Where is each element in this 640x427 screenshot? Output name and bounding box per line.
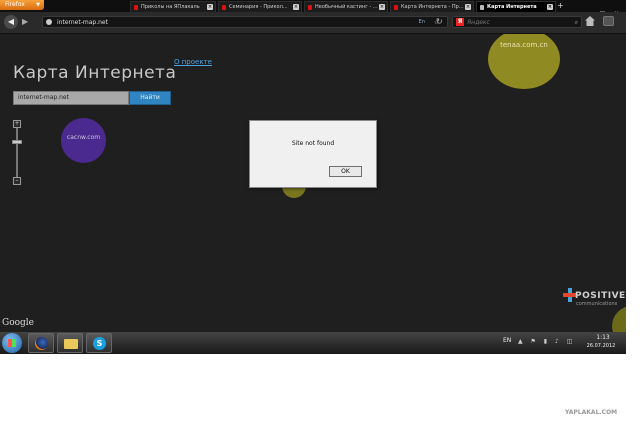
site-search-input[interactable]: internet-map.net xyxy=(13,91,129,105)
tab-yaplakal[interactable]: Приколы на ЯПлакаль × xyxy=(130,1,216,12)
map-node-tenaa[interactable]: tenaa.com.cn xyxy=(488,34,560,89)
tray-icons[interactable]: ▲ ⚑ ▮ ♪ ◫ xyxy=(518,338,575,345)
internet-map-favicon-icon xyxy=(480,5,484,10)
firefox-menu-button[interactable]: Firefox ▼ xyxy=(0,0,44,10)
address-url: internet-map.net xyxy=(57,19,108,26)
node-label: cacnw.com xyxy=(66,134,101,141)
home-icon[interactable] xyxy=(585,16,595,26)
yaplakal-favicon-icon xyxy=(134,5,138,10)
arrow-left-icon: ◀ xyxy=(7,17,15,26)
close-tab-icon[interactable]: × xyxy=(465,4,471,10)
yandex-icon: Я xyxy=(456,18,464,26)
search-placeholder: Яндекс xyxy=(467,19,490,26)
close-tab-icon[interactable]: × xyxy=(207,4,213,10)
yaplakal-favicon-icon xyxy=(394,5,398,10)
navigation-toolbar: ◀ ▶ internet-map.net En ☆ ↻ Я Яндекс ⌕ xyxy=(0,12,626,34)
extension-icon[interactable] xyxy=(603,16,614,26)
site-watermark: YAPLAKAL.COM xyxy=(565,409,618,416)
skype-icon: S xyxy=(93,337,106,350)
firefox-icon xyxy=(35,337,48,350)
ok-button[interactable]: OK xyxy=(329,166,362,177)
find-button[interactable]: Найти xyxy=(129,91,171,105)
map-node-cacnw[interactable]: cacnw.com xyxy=(61,118,106,163)
new-tab-button[interactable]: + xyxy=(557,0,564,11)
map-node[interactable] xyxy=(612,306,626,332)
zoom-in-button[interactable]: + xyxy=(13,120,21,128)
tab-seminary[interactable]: Семинария - Прикол... × xyxy=(218,1,302,12)
window-controls: –□× xyxy=(582,0,626,17)
tab-label: Необычный кастинг - ... xyxy=(315,4,378,10)
page-title: Карта Интернета xyxy=(13,63,177,83)
back-button[interactable]: ◀ xyxy=(4,15,18,29)
zoom-slider-handle[interactable] xyxy=(12,140,22,144)
globe-icon xyxy=(46,19,52,25)
taskbar-skype[interactable]: S xyxy=(86,333,112,353)
forward-button[interactable]: ▶ xyxy=(22,17,28,27)
start-button[interactable] xyxy=(2,333,22,353)
tray-language[interactable]: EN xyxy=(503,337,511,344)
language-indicator[interactable]: En xyxy=(419,17,425,28)
tab-label: Карта Интернета - Пр... xyxy=(401,4,464,10)
zoom-out-button[interactable]: – xyxy=(13,177,21,185)
tab-internet-map-prev[interactable]: Карта Интернета - Пр... × xyxy=(390,1,474,12)
folder-icon xyxy=(64,339,78,349)
taskbar-explorer[interactable] xyxy=(57,333,83,353)
reload-icon[interactable]: ↻ xyxy=(436,17,443,27)
address-bar[interactable]: internet-map.net En ☆ xyxy=(42,16,448,28)
search-bar[interactable]: Я Яндекс ⌕ xyxy=(452,16,582,28)
logo-main-text: POSITIVE xyxy=(575,291,626,301)
zoom-slider-track[interactable] xyxy=(16,128,18,180)
tab-label: Семинария - Прикол... xyxy=(229,4,288,10)
about-project-link[interactable]: О проекте xyxy=(174,58,212,66)
dialog-message: Site not found xyxy=(291,140,335,147)
close-tab-icon[interactable]: × xyxy=(293,4,299,10)
clock-date[interactable]: 26.07.2012 xyxy=(584,343,618,349)
alert-dialog: Site not found OK xyxy=(249,120,377,188)
tab-label: Карта Интернета xyxy=(487,4,537,10)
yaplakal-favicon-icon xyxy=(222,5,226,10)
windows-taskbar: S EN ▲ ⚑ ▮ ♪ ◫ 1:13 26.07.2012 xyxy=(0,332,626,354)
node-label: tenaa.com.cn xyxy=(500,41,548,49)
chevron-down-icon: ▼ xyxy=(36,2,40,8)
clock-time[interactable]: 1:13 xyxy=(590,334,616,341)
browser-tab-strip: Firefox ▼ Приколы на ЯПлакаль × Семинари… xyxy=(0,0,626,17)
logo-sub-text: communications xyxy=(576,301,618,307)
page-margin xyxy=(626,12,640,332)
close-tab-icon[interactable]: × xyxy=(547,4,553,10)
taskbar-firefox[interactable] xyxy=(28,333,54,353)
search-icon[interactable]: ⌕ xyxy=(575,17,578,28)
firefox-menu-label: Firefox xyxy=(5,1,25,8)
tab-label: Приколы на ЯПлакаль xyxy=(141,4,200,10)
google-logo: Google xyxy=(2,318,34,328)
close-tab-icon[interactable]: × xyxy=(379,4,385,10)
tab-internet-map-active[interactable]: Карта Интернета × xyxy=(476,1,556,12)
tab-casting[interactable]: Необычный кастинг - ... × xyxy=(304,1,388,12)
yaplakal-favicon-icon xyxy=(308,5,312,10)
